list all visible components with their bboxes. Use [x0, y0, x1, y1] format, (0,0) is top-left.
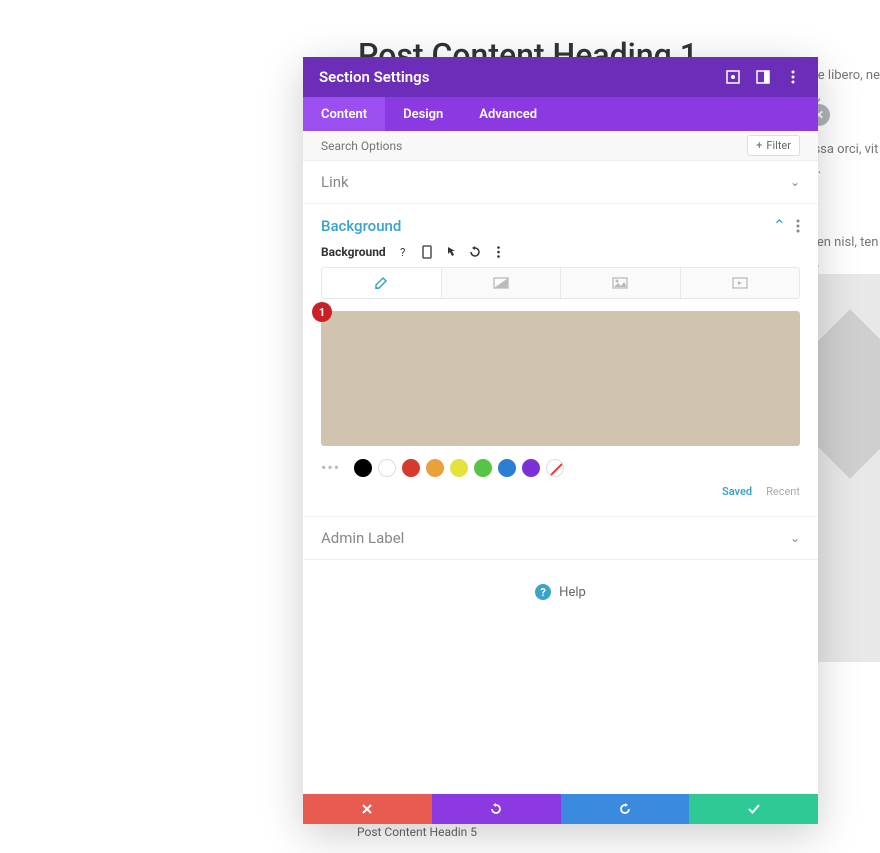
filter-button[interactable]: + Filter: [747, 135, 800, 156]
chevron-down-icon: ⌄: [790, 531, 800, 545]
help-row[interactable]: ? Help: [303, 560, 818, 624]
section-link-title: Link: [321, 173, 790, 191]
modal-tabs: Content Design Advanced: [303, 97, 818, 131]
section-background: Background ⌃ Background ?: [303, 204, 818, 517]
redo-button[interactable]: [561, 794, 690, 824]
responsive-icon[interactable]: [420, 245, 434, 259]
bg-type-image[interactable]: [561, 268, 681, 298]
swatch-green[interactable]: [474, 459, 492, 477]
cancel-button[interactable]: [303, 794, 432, 824]
page-gallery-block: [818, 274, 880, 662]
bg-type-gradient[interactable]: [442, 268, 562, 298]
plus-icon: +: [756, 139, 762, 152]
saved-recent-row: Saved Recent: [321, 485, 800, 498]
swatch-orange[interactable]: [426, 459, 444, 477]
hover-icon[interactable]: [444, 245, 458, 259]
section-settings-modal: Section Settings Content Design Advanced…: [303, 57, 818, 824]
help-icon[interactable]: ?: [396, 245, 410, 259]
recent-tab[interactable]: Recent: [766, 485, 800, 498]
swatches-row: •••: [321, 458, 800, 477]
modal-footer: [303, 794, 818, 824]
modal-title: Section Settings: [319, 68, 712, 86]
chevron-up-icon[interactable]: ⌃: [773, 216, 786, 235]
annotation-badge: 1: [312, 302, 332, 322]
swatch-purple[interactable]: [522, 459, 540, 477]
saved-tab[interactable]: Saved: [722, 485, 752, 498]
field-more-icon[interactable]: [492, 245, 506, 259]
color-preview-wrap: 1: [321, 311, 800, 446]
more-icon[interactable]: [784, 68, 802, 86]
bg-type-video[interactable]: [681, 268, 800, 298]
swatch-white[interactable]: [378, 459, 396, 477]
page-list-heading: Post Content Headin 5: [357, 825, 477, 839]
background-type-tabs: [321, 267, 800, 299]
search-row: + Filter: [303, 131, 818, 161]
section-link[interactable]: Link ⌄: [303, 161, 818, 204]
help-circle-icon: ?: [535, 584, 551, 600]
background-label-row: Background ?: [321, 245, 800, 259]
section-more-icon[interactable]: [796, 219, 800, 233]
tab-design[interactable]: Design: [385, 97, 461, 131]
background-label: Background: [321, 245, 386, 259]
swatch-yellow[interactable]: [450, 459, 468, 477]
swatch-black[interactable]: [354, 459, 372, 477]
color-preview[interactable]: [321, 311, 800, 446]
panel-body: Link ⌄ Background ⌃ Background ?: [303, 161, 818, 794]
search-input[interactable]: [321, 139, 747, 153]
swatch-none[interactable]: [546, 459, 564, 477]
dock-icon[interactable]: [754, 68, 772, 86]
save-button[interactable]: [689, 794, 818, 824]
bg-type-color[interactable]: [322, 268, 442, 298]
tab-advanced[interactable]: Advanced: [461, 97, 555, 131]
chevron-down-icon: ⌄: [790, 175, 800, 189]
swatch-red[interactable]: [402, 459, 420, 477]
tab-content[interactable]: Content: [303, 97, 385, 131]
swatch-blue[interactable]: [498, 459, 516, 477]
modal-header: Section Settings: [303, 57, 818, 97]
section-admin-label[interactable]: Admin Label ⌄: [303, 517, 818, 560]
help-label: Help: [559, 585, 586, 600]
section-admin-label-title: Admin Label: [321, 529, 790, 547]
undo-button[interactable]: [432, 794, 561, 824]
section-background-title: Background: [321, 217, 763, 235]
reset-icon[interactable]: [468, 245, 482, 259]
swatch-more-icon[interactable]: •••: [321, 458, 340, 477]
expand-icon[interactable]: [724, 68, 742, 86]
